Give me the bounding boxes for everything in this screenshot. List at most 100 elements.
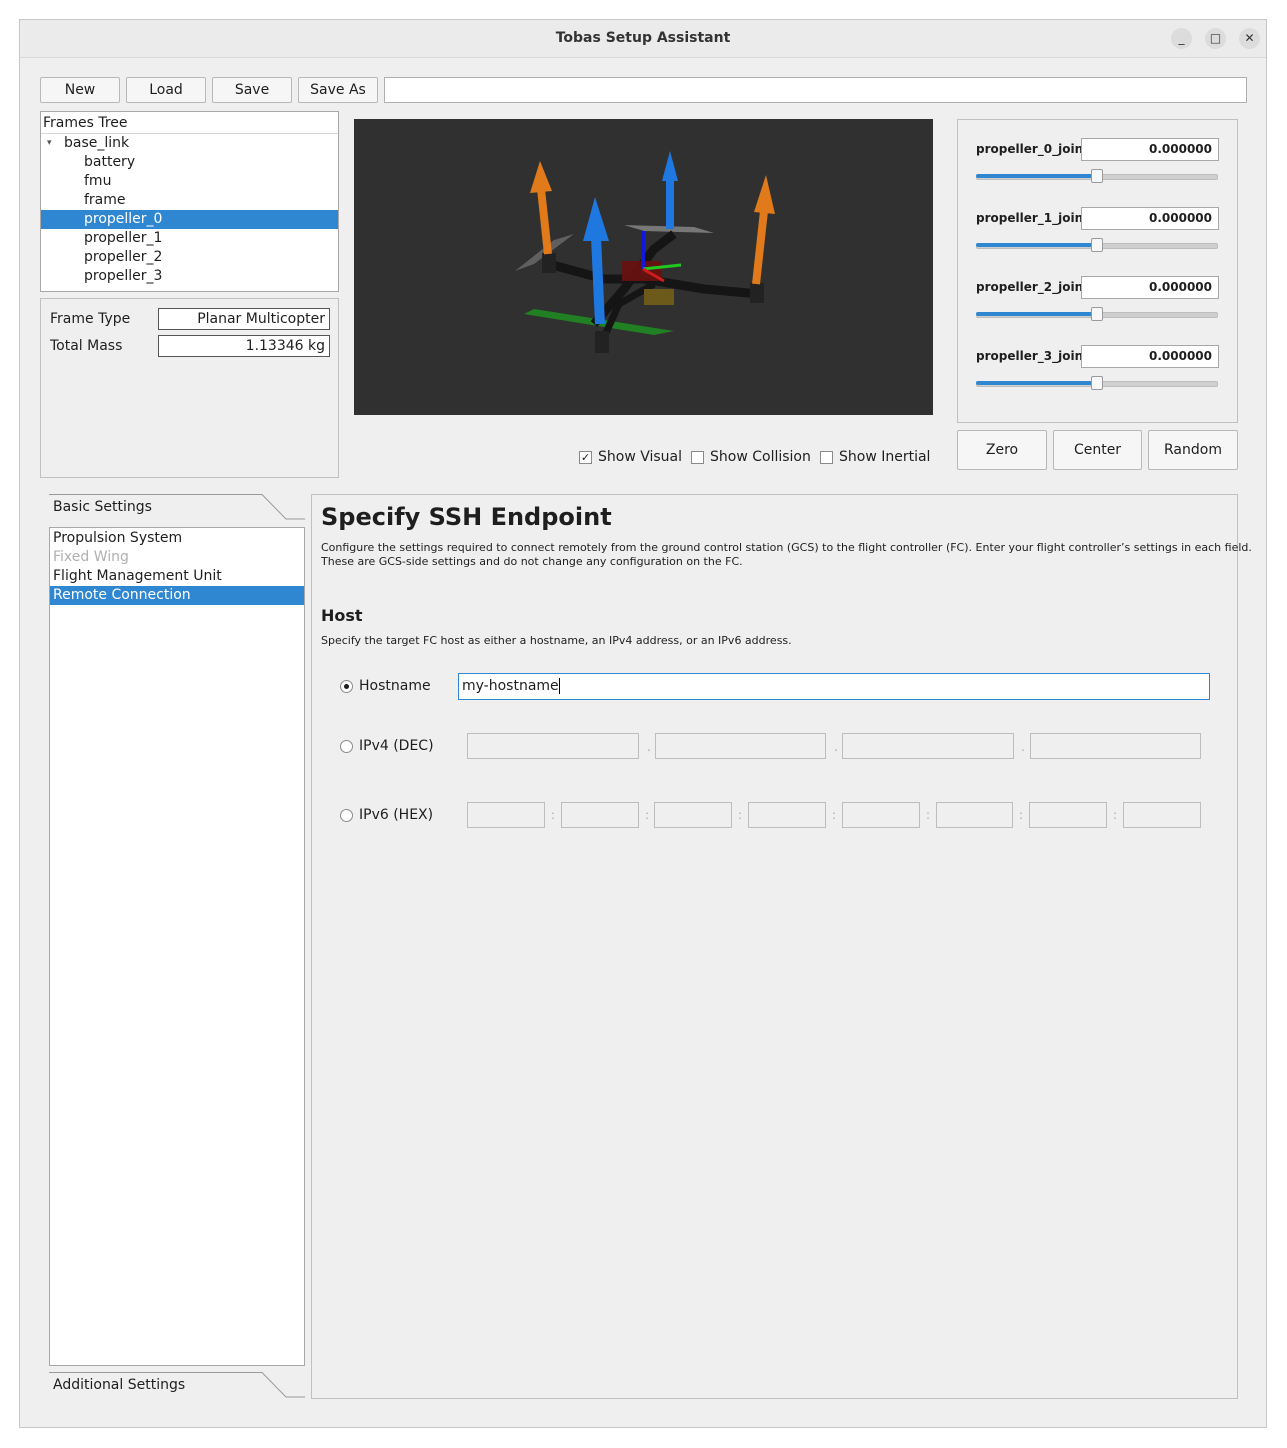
robot-3d-viewport[interactable] — [354, 119, 933, 415]
window-title: Tobas Setup Assistant — [555, 30, 731, 46]
ipv4-octet-1 — [467, 733, 639, 759]
additional-settings-tab[interactable]: Additional Settings — [53, 1377, 185, 1393]
remote-connection-panel: Specify SSH Endpoint Configure the setti… — [311, 494, 1252, 1399]
ipv6-separator: : — [1019, 808, 1024, 822]
maximize-button[interactable]: □ — [1205, 28, 1226, 49]
joint-slider[interactable] — [976, 307, 1218, 321]
total-mass-label: Total Mass — [50, 338, 123, 354]
frames-tree-header: Frames Tree — [41, 112, 338, 134]
close-button[interactable]: ✕ — [1239, 28, 1260, 49]
ipv4-radio[interactable] — [340, 740, 353, 753]
ipv6-group-4 — [748, 802, 826, 828]
slider-handle[interactable] — [1091, 307, 1103, 321]
file-path-input[interactable] — [384, 77, 1247, 103]
page-description: Configure the settings required to conne… — [321, 541, 1252, 554]
ipv4-separator: . — [647, 740, 651, 754]
slider-handle[interactable] — [1091, 169, 1103, 183]
save-button[interactable]: Save — [212, 77, 292, 103]
ipv4-octet-4 — [1030, 733, 1201, 759]
new-button[interactable]: New — [40, 77, 120, 103]
text-cursor — [558, 678, 560, 694]
ipv6-label[interactable]: IPv6 (HEX) — [359, 807, 433, 823]
nav-item-remote-connection[interactable]: Remote Connection — [50, 586, 304, 605]
slider-handle[interactable] — [1091, 238, 1103, 252]
hostname-value: my-hostname — [462, 678, 559, 694]
ipv6-radio[interactable] — [340, 809, 353, 822]
page-description-2: These are GCS-side settings and do not c… — [321, 555, 743, 568]
joint-label: propeller_2_joint — [976, 280, 1089, 294]
tree-item-battery[interactable]: battery — [41, 153, 338, 172]
tree-item-label: frame — [84, 192, 126, 208]
tree-item-label: propeller_1 — [84, 230, 163, 246]
ipv6-separator: : — [738, 808, 743, 822]
tree-item-fmu[interactable]: fmu — [41, 172, 338, 191]
joint-label: propeller_0_joint — [976, 142, 1089, 156]
nav-item-fmu[interactable]: Flight Management Unit — [50, 567, 304, 586]
tree-item-label: base_link — [64, 135, 130, 151]
tree-item-frame[interactable]: frame — [41, 191, 338, 210]
ipv6-group-7 — [1029, 802, 1107, 828]
expand-arrow-icon[interactable]: ▾ — [47, 134, 52, 153]
tree-item-label: battery — [84, 154, 136, 170]
frames-tree: Frames Tree ▾ base_link battery fmu fram… — [40, 111, 339, 292]
hostname-input[interactable]: my-hostname — [458, 673, 1210, 700]
show-collision-checkbox[interactable] — [691, 451, 704, 464]
joint-slider[interactable] — [976, 376, 1218, 390]
ipv4-octet-2 — [655, 733, 826, 759]
ipv6-group-5 — [842, 802, 920, 828]
nav-item-fixed-wing: Fixed Wing — [53, 549, 129, 565]
joint-slider[interactable] — [976, 169, 1218, 183]
show-inertial-checkbox[interactable] — [820, 451, 833, 464]
host-description: Specify the target FC host as either a h… — [321, 634, 792, 647]
show-collision-label[interactable]: Show Collision — [710, 449, 811, 465]
show-inertial-label[interactable]: Show Inertial — [839, 449, 930, 465]
joint-value-field[interactable]: 0.000000 — [1081, 207, 1219, 230]
frame-type-label: Frame Type — [50, 311, 131, 327]
show-visual-label[interactable]: Show Visual — [598, 449, 682, 465]
ipv6-group-8 — [1123, 802, 1201, 828]
tree-item-label: propeller_0 — [84, 211, 163, 227]
page-title: Specify SSH Endpoint — [321, 503, 612, 531]
joint-value-field[interactable]: 0.000000 — [1081, 138, 1219, 161]
ipv6-group-3 — [654, 802, 732, 828]
tree-item-propeller-1[interactable]: propeller_1 — [41, 229, 338, 248]
random-button[interactable]: Random — [1148, 430, 1238, 470]
ipv4-label[interactable]: IPv4 (DEC) — [359, 738, 434, 754]
tree-item-base-link[interactable]: ▾ base_link — [41, 134, 338, 153]
tree-item-label: fmu — [84, 173, 112, 189]
save-as-button[interactable]: Save As — [298, 77, 378, 103]
hostname-label[interactable]: Hostname — [359, 678, 431, 694]
ipv4-separator: . — [834, 740, 838, 754]
tree-item-label: propeller_3 — [84, 268, 163, 284]
joint-value-field[interactable]: 0.000000 — [1081, 345, 1219, 368]
ipv6-separator: : — [832, 808, 837, 822]
ipv6-separator: : — [1113, 808, 1118, 822]
ipv6-separator: : — [645, 808, 650, 822]
zero-button[interactable]: Zero — [957, 430, 1047, 470]
drone-model-render — [515, 151, 775, 353]
tree-item-propeller-3[interactable]: propeller_3 — [41, 267, 338, 286]
nav-item-propulsion[interactable]: Propulsion System — [50, 529, 304, 548]
show-visual-checkbox[interactable]: ✓ — [579, 451, 592, 464]
minimize-button[interactable]: _ — [1171, 28, 1192, 49]
slider-handle[interactable] — [1091, 376, 1103, 390]
ipv4-octet-3 — [842, 733, 1014, 759]
hostname-radio[interactable] — [340, 680, 353, 693]
tree-item-propeller-0[interactable]: propeller_0 — [41, 210, 338, 229]
tree-item-label: propeller_2 — [84, 249, 163, 265]
joints-panel: propeller_0_joint 0.000000 propeller_1_j… — [957, 119, 1238, 423]
joint-slider[interactable] — [976, 238, 1218, 252]
ipv4-separator: . — [1021, 740, 1025, 754]
ipv6-group-6 — [936, 802, 1013, 828]
basic-settings-tab[interactable]: Basic Settings — [53, 499, 152, 515]
ipv6-group-1 — [467, 802, 545, 828]
ipv6-separator: : — [926, 808, 931, 822]
title-bar[interactable]: Tobas Setup Assistant _ □ ✕ — [20, 20, 1266, 58]
frame-properties-panel: Frame Type Planar Multicopter Total Mass… — [40, 298, 339, 478]
joint-label: propeller_3_joint — [976, 349, 1089, 363]
frame-type-field: Planar Multicopter — [158, 308, 330, 330]
load-button[interactable]: Load — [126, 77, 206, 103]
tree-item-propeller-2[interactable]: propeller_2 — [41, 248, 338, 267]
center-button[interactable]: Center — [1053, 430, 1142, 470]
joint-value-field[interactable]: 0.000000 — [1081, 276, 1219, 299]
